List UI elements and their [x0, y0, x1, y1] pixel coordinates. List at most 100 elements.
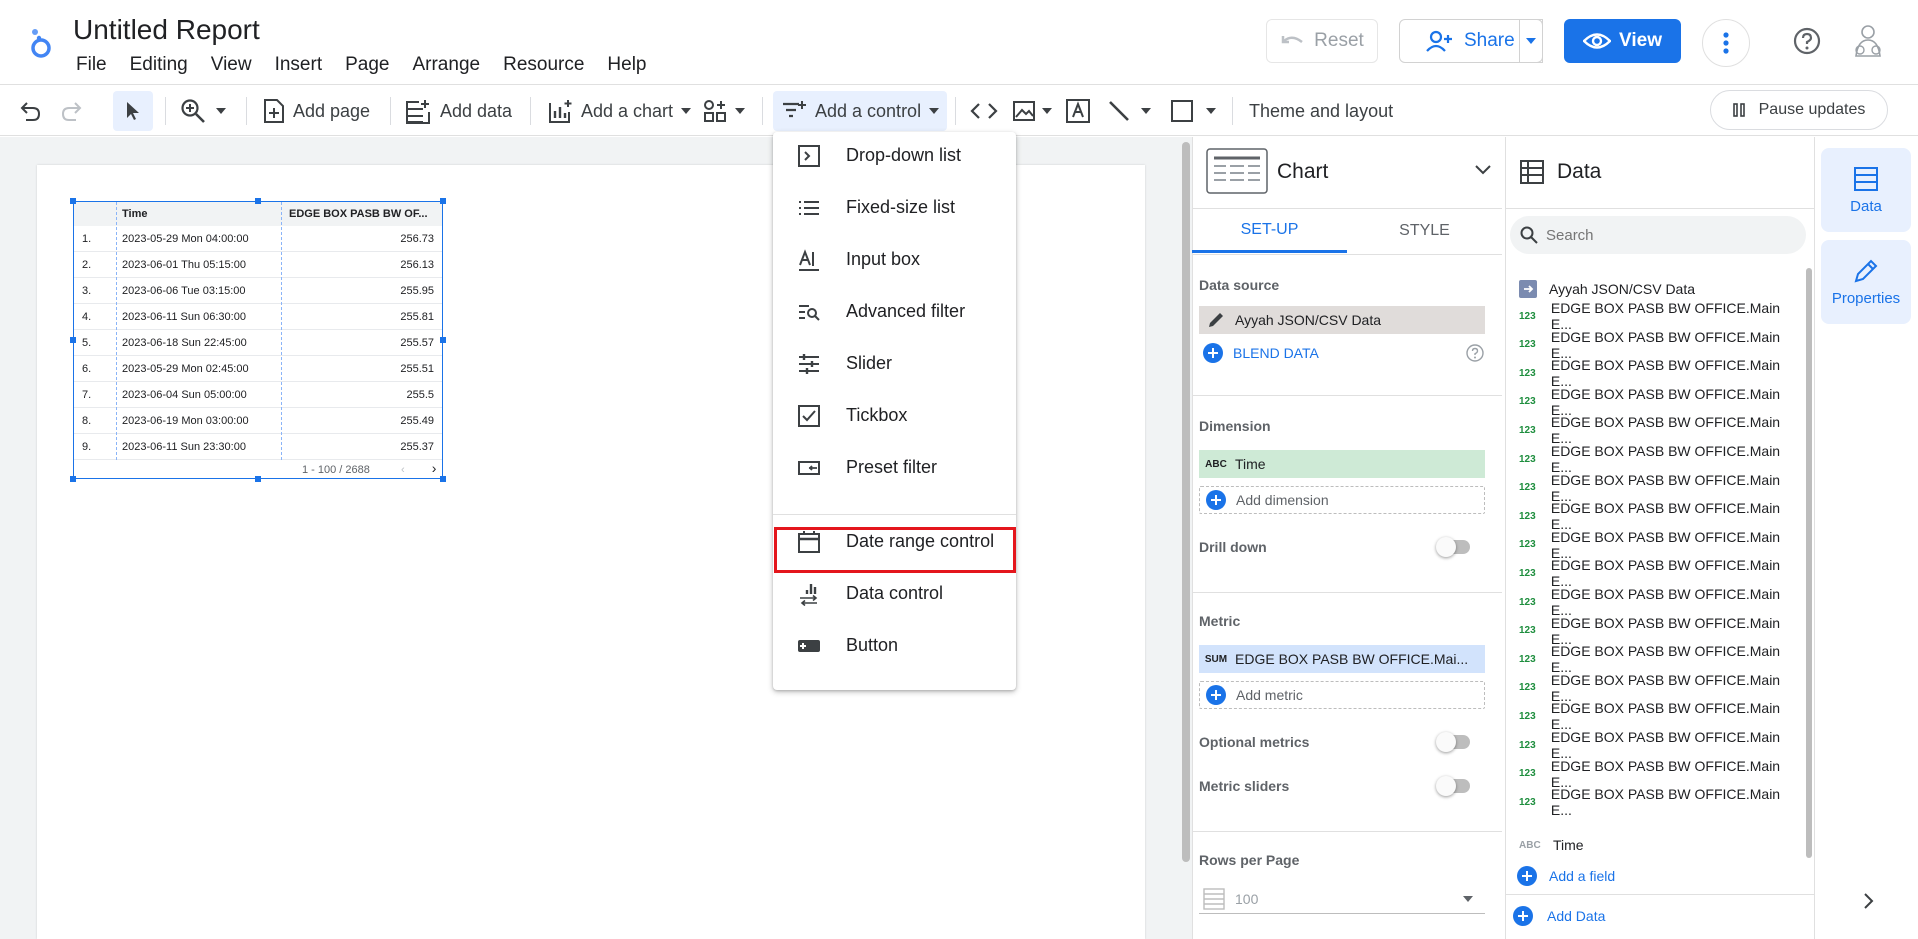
- user-avatar[interactable]: [1848, 20, 1888, 60]
- dimension-chip-time[interactable]: ABC Time: [1199, 450, 1485, 478]
- menu-resource[interactable]: Resource: [503, 54, 595, 76]
- field-item[interactable]: 123 EDGE BOX PASB BW OFFICE.Main E...: [1519, 672, 1789, 704]
- add-data-button[interactable]: Add data: [404, 85, 512, 137]
- theme-and-layout-button[interactable]: Theme and layout: [1249, 85, 1393, 137]
- table-chart-type-icon[interactable]: [1206, 148, 1268, 194]
- field-item[interactable]: 123 EDGE BOX PASB BW OFFICE.Main E...: [1519, 615, 1789, 647]
- field-item[interactable]: 123 EDGE BOX PASB BW OFFICE.Main E...: [1519, 786, 1789, 818]
- add-control-button[interactable]: Add a control: [773, 91, 948, 131]
- field-item[interactable]: 123 EDGE BOX PASB BW OFFICE.Main E...: [1519, 300, 1789, 332]
- zoom-button[interactable]: [180, 85, 226, 137]
- field-item[interactable]: 123 EDGE BOX PASB BW OFFICE.Main E...: [1519, 386, 1789, 418]
- add-data-button[interactable]: Add Data: [1513, 906, 1605, 926]
- table-row[interactable]: 8. 2023-06-19 Mon 03:00:00 255.49: [74, 408, 442, 434]
- blend-data-button[interactable]: BLEND DATA: [1203, 343, 1319, 363]
- pause-updates-button[interactable]: Pause updates: [1710, 90, 1888, 130]
- help-icon[interactable]: [1793, 27, 1821, 55]
- tab-setup[interactable]: SET-UP: [1192, 209, 1347, 253]
- field-item[interactable]: 123 EDGE BOX PASB BW OFFICE.Main E...: [1519, 357, 1789, 389]
- table-header-metric[interactable]: EDGE BOX PASB BW OF...: [281, 202, 442, 226]
- line-button[interactable]: [1107, 85, 1151, 137]
- table-row[interactable]: 2. 2023-06-01 Thu 05:15:00 256.13: [74, 252, 442, 278]
- canvas-scrollbar-thumb[interactable]: [1182, 142, 1190, 862]
- field-item[interactable]: 123 EDGE BOX PASB BW OFFICE.Main E...: [1519, 729, 1789, 761]
- table-row[interactable]: 6. 2023-05-29 Mon 02:45:00 255.51: [74, 356, 442, 382]
- menu-view[interactable]: View: [211, 54, 263, 76]
- field-item[interactable]: 123 EDGE BOX PASB BW OFFICE.Main E...: [1519, 758, 1789, 790]
- image-button[interactable]: [1012, 85, 1052, 137]
- field-item[interactable]: 123 EDGE BOX PASB BW OFFICE.Main E...: [1519, 414, 1789, 446]
- resize-handle[interactable]: [70, 476, 76, 482]
- menu-page[interactable]: Page: [345, 54, 400, 76]
- data-source-chip[interactable]: Ayyah JSON/CSV Data: [1199, 306, 1485, 334]
- optional-metrics-toggle[interactable]: [1436, 732, 1470, 752]
- menu-help[interactable]: Help: [607, 54, 657, 76]
- resize-handle[interactable]: [70, 198, 76, 204]
- menu-item-data-control[interactable]: Data control: [773, 570, 1016, 618]
- field-search-box[interactable]: [1510, 216, 1806, 254]
- field-item[interactable]: 123 EDGE BOX PASB BW OFFICE.Main E...: [1519, 529, 1789, 561]
- menu-item-drop-down-list[interactable]: Drop-down list: [773, 132, 1016, 180]
- field-item[interactable]: 123 EDGE BOX PASB BW OFFICE.Main E...: [1519, 643, 1789, 675]
- resize-handle[interactable]: [70, 337, 76, 343]
- table-row[interactable]: 5. 2023-06-18 Sun 22:45:00 255.57: [74, 330, 442, 356]
- next-page-icon[interactable]: ›: [432, 460, 437, 476]
- field-item[interactable]: 123 EDGE BOX PASB BW OFFICE.Main E...: [1519, 700, 1789, 732]
- select-tool-button[interactable]: [113, 91, 153, 131]
- chevron-down-icon[interactable]: [1475, 165, 1491, 175]
- menu-arrange[interactable]: Arrange: [412, 54, 491, 76]
- field-list-scrollbar[interactable]: [1806, 268, 1812, 858]
- shape-button[interactable]: [1170, 85, 1216, 137]
- resize-handle[interactable]: [440, 337, 446, 343]
- tab-style[interactable]: STYLE: [1347, 209, 1502, 253]
- looker-studio-logo-icon[interactable]: [24, 24, 60, 60]
- table-row[interactable]: 4. 2023-06-11 Sun 06:30:00 255.81: [74, 304, 442, 330]
- undo-icon[interactable]: [18, 85, 42, 137]
- report-title[interactable]: Untitled Report: [73, 14, 260, 46]
- menu-item-slider[interactable]: Slider: [773, 340, 1016, 388]
- menu-item-fixed-size-list[interactable]: Fixed-size list: [773, 184, 1016, 232]
- view-button[interactable]: View: [1564, 19, 1681, 63]
- add-page-button[interactable]: Add page: [263, 85, 370, 137]
- menu-item-input-box[interactable]: Input box: [773, 236, 1016, 284]
- table-row[interactable]: 3. 2023-06-06 Tue 03:15:00 255.95: [74, 278, 442, 304]
- table-row[interactable]: 1. 2023-05-29 Mon 04:00:00 256.73: [74, 226, 442, 252]
- embed-code-icon[interactable]: [970, 85, 998, 137]
- table-header-time[interactable]: Time: [116, 202, 281, 226]
- menu-file[interactable]: File: [76, 54, 118, 76]
- redo-icon[interactable]: [60, 85, 84, 137]
- text-box-icon[interactable]: [1065, 85, 1091, 137]
- metric-sliders-toggle[interactable]: [1436, 776, 1470, 796]
- resize-handle[interactable]: [440, 476, 446, 482]
- resize-handle[interactable]: [440, 198, 446, 204]
- menu-insert[interactable]: Insert: [275, 54, 334, 76]
- table-row[interactable]: 7. 2023-06-04 Sun 05:00:00 255.5: [74, 382, 442, 408]
- help-circle-icon[interactable]: [1466, 344, 1484, 362]
- rail-data-button[interactable]: Data: [1821, 148, 1911, 232]
- menu-item-button[interactable]: Button: [773, 622, 1016, 670]
- field-item[interactable]: 123 EDGE BOX PASB BW OFFICE.Main E...: [1519, 557, 1789, 589]
- data-source-header[interactable]: Ayyah JSON/CSV Data: [1519, 280, 1695, 298]
- table-chart[interactable]: Time EDGE BOX PASB BW OF... 1. 2023-05-29…: [73, 201, 443, 479]
- field-search-input[interactable]: [1546, 226, 1786, 244]
- drill-down-toggle[interactable]: [1436, 537, 1470, 557]
- field-item[interactable]: 123 EDGE BOX PASB BW OFFICE.Main E...: [1519, 443, 1789, 475]
- chevron-right-icon[interactable]: [1864, 893, 1874, 909]
- metric-chip[interactable]: SUM EDGE BOX PASB BW OFFICE.Mai...: [1199, 645, 1485, 673]
- add-chart-button[interactable]: Add a chart: [547, 85, 692, 137]
- menu-editing[interactable]: Editing: [130, 54, 199, 76]
- menu-item-tickbox[interactable]: Tickbox: [773, 392, 1016, 440]
- field-item[interactable]: 123 EDGE BOX PASB BW OFFICE.Main E...: [1519, 472, 1789, 504]
- resize-handle[interactable]: [255, 476, 261, 482]
- add-dimension-button[interactable]: Add dimension: [1199, 486, 1485, 514]
- add-metric-button[interactable]: Add metric: [1199, 681, 1485, 709]
- rail-properties-button[interactable]: Properties: [1821, 240, 1911, 324]
- community-visualizations-button[interactable]: [703, 85, 745, 137]
- prev-page-icon[interactable]: ‹: [401, 464, 405, 476]
- menu-item-preset-filter[interactable]: Preset filter: [773, 444, 1016, 492]
- resize-handle[interactable]: [255, 198, 261, 204]
- more-options-button[interactable]: [1702, 19, 1750, 67]
- share-dropdown-button[interactable]: [1519, 19, 1543, 63]
- field-item[interactable]: 123 EDGE BOX PASB BW OFFICE.Main E...: [1519, 586, 1789, 618]
- field-item[interactable]: 123 EDGE BOX PASB BW OFFICE.Main E...: [1519, 329, 1789, 361]
